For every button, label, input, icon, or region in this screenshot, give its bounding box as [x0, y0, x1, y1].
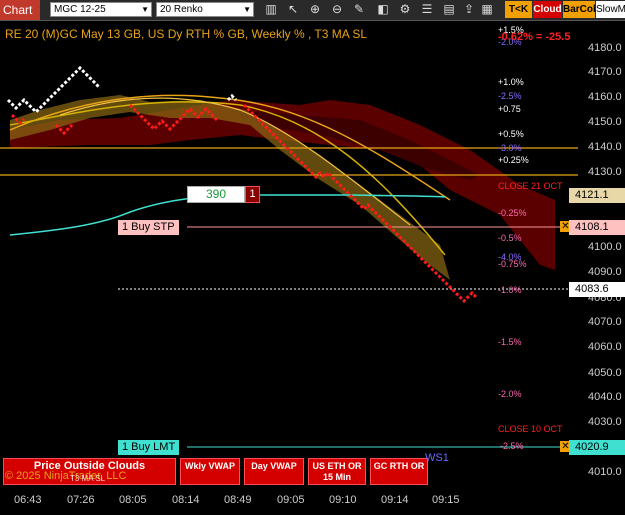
pct-level: -0.25% [498, 208, 527, 218]
cloud-toggle[interactable]: Cloud [533, 1, 562, 18]
y-tick: 4100.0 [588, 241, 622, 253]
cursor-price-marker: 4083.6 [569, 282, 625, 297]
pct-level: +0.5% [498, 129, 524, 139]
wkly-vwap-button[interactable]: Wkly VWAP [180, 458, 240, 485]
pct-level: -2.0% [498, 389, 522, 399]
barcol-toggle[interactable]: BarCol [563, 1, 596, 18]
y-tick: 4170.0 [588, 66, 622, 78]
y-tick: 4050.0 [588, 367, 622, 379]
x-tick: 06:43 [14, 494, 42, 506]
copyright: © 2025 NinjaTrader, LLC [5, 470, 127, 482]
buy-lmt-price-marker: 4020.9 [569, 440, 625, 455]
chevron-down-icon: ▼ [243, 5, 251, 14]
quantity-box[interactable]: 390 [187, 186, 245, 203]
close-10-label: CLOSE 10 OCT [498, 424, 563, 434]
pct-diff: -0.62% = -25.5 [498, 31, 571, 43]
t3-label: T3 MA SL [70, 474, 106, 483]
instrument-label: MGC 12-25 [54, 4, 106, 15]
pct-level: +0.25% [498, 155, 529, 165]
zoom-in-icon[interactable]: ⊕ [308, 2, 322, 17]
pct-level: +1.0% [498, 77, 524, 87]
x-tick: 08:49 [224, 494, 252, 506]
pct-level: -3.0% [498, 143, 522, 153]
indicators-icon[interactable]: ◧ [376, 2, 390, 17]
tk-toggle[interactable]: T<K [505, 1, 532, 18]
zoom-out-icon[interactable]: ⊖ [330, 2, 344, 17]
close-21-label: CLOSE 21 OCT [498, 181, 563, 191]
y-tick: 4130.0 [588, 166, 622, 178]
buy-lmt-order[interactable]: 1 Buy LMT [118, 440, 180, 455]
instrument-selector[interactable]: MGC 12-25 ▼ [50, 2, 152, 17]
x-tick: 09:14 [381, 494, 409, 506]
y-tick: 4070.0 [588, 316, 622, 328]
bars-icon[interactable]: ▥ [264, 2, 278, 17]
price-chart[interactable] [0, 21, 578, 489]
pct-level: -2.5% [500, 441, 524, 451]
y-tick: 4140.0 [588, 141, 622, 153]
buy-stp-order[interactable]: 1 Buy STP [118, 220, 179, 235]
slow-toggle[interactable]: SlowM [596, 1, 625, 18]
chart-title: RE 20 (M)GC May 13 GB, US Dy RTH % GB, W… [5, 27, 368, 41]
current-price-marker: 4121.1 [569, 188, 625, 203]
x-tick: 08:14 [172, 494, 200, 506]
x-tick: 09:15 [432, 494, 460, 506]
x-tick: 08:05 [119, 494, 147, 506]
chart-tab[interactable]: Chart [0, 0, 40, 20]
y-tick: 4040.0 [588, 391, 622, 403]
ws1-label: WS1 [425, 452, 449, 464]
x-tick: 09:05 [277, 494, 305, 506]
pct-level: -0.75% [498, 259, 527, 269]
share-icon[interactable]: ⇪ [462, 2, 476, 17]
properties-icon[interactable]: ☰ [420, 2, 434, 17]
y-tick: 4150.0 [588, 116, 622, 128]
us-eth-or-button[interactable]: US ETH OR 15 Min [308, 458, 366, 485]
draw-icon[interactable]: ✎ [352, 2, 366, 17]
bar-type-selector[interactable]: 20 Renko ▼ [156, 2, 254, 17]
pct-level: -2.5% [498, 91, 522, 101]
buy-stp-price-marker: 4108.1 [569, 220, 625, 235]
pct-level: -1.5% [498, 337, 522, 347]
y-tick: 4060.0 [588, 341, 622, 353]
gc-rth-or-button[interactable]: GC RTH OR [370, 458, 428, 485]
data-box-icon[interactable]: ▦ [480, 2, 494, 17]
templates-icon[interactable]: ▤ [442, 2, 456, 17]
x-tick: 09:10 [329, 494, 357, 506]
bar-type-label: 20 Renko [160, 4, 203, 15]
y-tick: 4030.0 [588, 416, 622, 428]
chevron-down-icon: ▼ [141, 5, 149, 14]
pct-level: -0.5% [498, 233, 522, 243]
y-tick: 4180.0 [588, 42, 622, 54]
pct-level: +0.75 [498, 104, 521, 114]
quantity-count[interactable]: 1 [245, 186, 260, 203]
pointer-icon[interactable]: ↖ [286, 2, 300, 17]
x-tick: 07:26 [67, 494, 95, 506]
day-vwap-button[interactable]: Day VWAP [244, 458, 304, 485]
pct-level: -1.0% [498, 285, 522, 295]
y-tick: 4010.0 [588, 466, 622, 478]
y-tick: 4160.0 [588, 91, 622, 103]
y-tick: 4090.0 [588, 266, 622, 278]
strategies-icon[interactable]: ⚙ [398, 2, 412, 17]
